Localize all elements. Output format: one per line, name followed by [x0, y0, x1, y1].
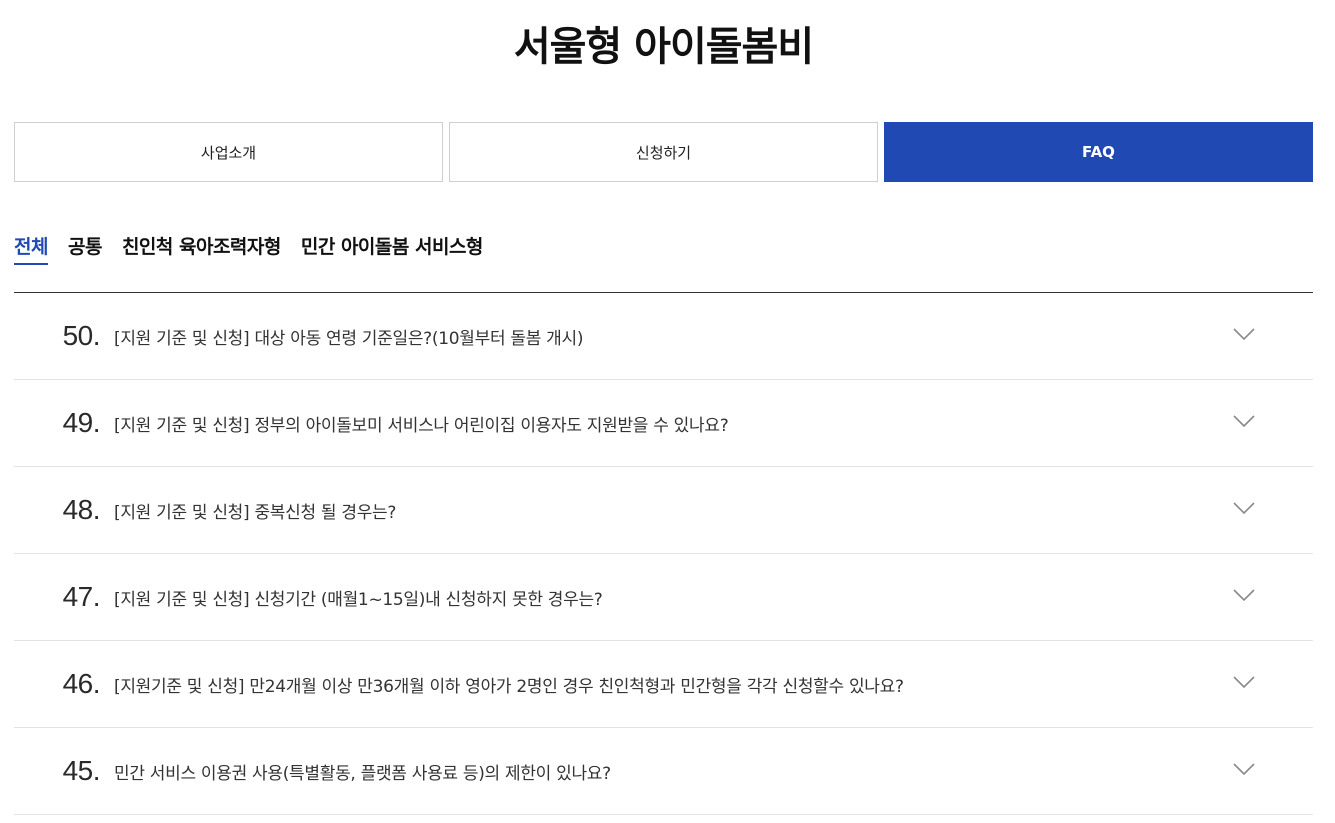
- chevron-down-icon[interactable]: [1233, 763, 1255, 775]
- faq-item[interactable]: 46. [지원기준 및 신청] 만24개월 이상 만36개월 이하 영아가 2명…: [14, 641, 1313, 728]
- chevron-down-icon[interactable]: [1233, 502, 1255, 514]
- tab-apply[interactable]: 신청하기: [449, 122, 878, 182]
- category-all[interactable]: 전체: [14, 232, 48, 265]
- faq-question: [지원기준 및 신청] 만24개월 이상 만36개월 이하 영아가 2명인 경우…: [114, 676, 904, 697]
- faq-item[interactable]: 47. [지원 기준 및 신청] 신청기간 (매월1~15일)내 신청하지 못한…: [14, 554, 1313, 641]
- category-relative-helper[interactable]: 친인척 육아조력자형: [122, 232, 281, 265]
- faq-question: [지원 기준 및 신청] 정부의 아이돌보미 서비스나 어린이집 이용자도 지원…: [114, 415, 729, 436]
- faq-item[interactable]: 48. [지원 기준 및 신청] 중복신청 될 경우는?: [14, 467, 1313, 554]
- chevron-down-icon[interactable]: [1233, 589, 1255, 601]
- faq-question: [지원 기준 및 신청] 중복신청 될 경우는?: [114, 502, 397, 523]
- faq-number: 49.: [62, 407, 101, 438]
- faq-number: 46.: [62, 668, 101, 699]
- faq-question: [지원 기준 및 신청] 신청기간 (매월1~15일)내 신청하지 못한 경우는…: [114, 589, 603, 610]
- faq-number: 48.: [62, 494, 101, 525]
- chevron-down-icon[interactable]: [1233, 328, 1255, 340]
- faq-number: 47.: [62, 581, 101, 612]
- faq-item[interactable]: 50. [지원 기준 및 신청] 대상 아동 연령 기준일은?(10월부터 돌봄…: [14, 293, 1313, 380]
- faq-number: 50.: [62, 320, 101, 351]
- faq-item[interactable]: 49. [지원 기준 및 신청] 정부의 아이돌보미 서비스나 어린이집 이용자…: [14, 380, 1313, 467]
- faq-list: 50. [지원 기준 및 신청] 대상 아동 연령 기준일은?(10월부터 돌봄…: [14, 292, 1313, 815]
- faq-item[interactable]: 45. 민간 서비스 이용권 사용(특별활동, 플랫폼 사용료 등)의 제한이 …: [14, 728, 1313, 815]
- category-common[interactable]: 공통: [68, 232, 102, 265]
- tab-business-intro[interactable]: 사업소개: [14, 122, 443, 182]
- chevron-down-icon[interactable]: [1233, 676, 1255, 688]
- main-tabs: 사업소개 신청하기 FAQ: [14, 122, 1313, 182]
- faq-number: 45.: [62, 755, 101, 786]
- category-filter: 전체 공통 친인척 육아조력자형 민간 아이돌봄 서비스형: [14, 232, 483, 265]
- faq-question: 민간 서비스 이용권 사용(특별활동, 플랫폼 사용료 등)의 제한이 있나요?: [114, 763, 611, 784]
- category-private-service[interactable]: 민간 아이돌봄 서비스형: [301, 232, 484, 265]
- page-title: 서울형 아이돌봄비: [513, 24, 814, 70]
- chevron-down-icon[interactable]: [1233, 415, 1255, 427]
- tab-faq[interactable]: FAQ: [884, 122, 1313, 182]
- faq-question: [지원 기준 및 신청] 대상 아동 연령 기준일은?(10월부터 돌봄 개시): [114, 328, 584, 349]
